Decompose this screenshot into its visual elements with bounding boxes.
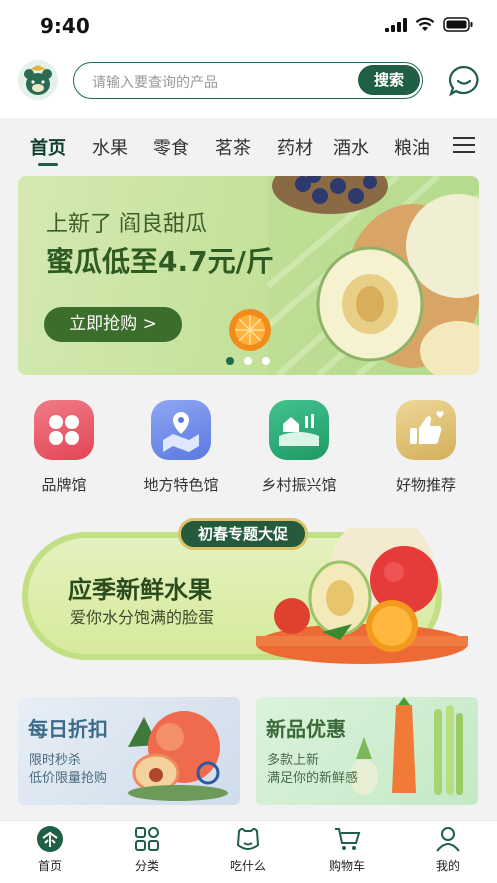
buy-now-button[interactable]: 立即抢购 > <box>44 307 182 342</box>
search-input[interactable]: 请输入要查询的产品 <box>92 72 218 92</box>
nav-cart[interactable]: 购物车 <box>317 825 377 874</box>
chat-icon[interactable] <box>447 64 481 98</box>
nav-label: 吃什么 <box>229 859 266 873</box>
banner-title: 蜜瓜低至4.7元/斤 <box>46 245 274 278</box>
quick-link-recommend[interactable]: 好物推荐 <box>386 400 466 495</box>
quick-link-local[interactable]: 地方特色馆 <box>141 400 221 495</box>
battery-icon <box>443 17 473 32</box>
food-icon <box>236 828 260 850</box>
tab-snacks[interactable]: 零食 <box>153 134 189 160</box>
promo-subtitle: 爱你水分饱满的脸蛋 <box>70 608 215 627</box>
card-title: 新品优惠 <box>266 717 346 741</box>
thumbs-up-icon <box>396 400 456 460</box>
status-time: 9:40 <box>40 14 90 38</box>
wifi-icon <box>415 17 435 31</box>
avatar[interactable] <box>18 60 58 100</box>
tab-herbs[interactable]: 药材 <box>277 134 313 160</box>
category-icon <box>135 827 159 851</box>
carousel-dot[interactable] <box>226 357 234 365</box>
cart-icon <box>335 828 361 850</box>
card-line: 满足你的新鲜感 <box>267 771 359 786</box>
card-line: 限时秒杀 <box>29 753 82 768</box>
quick-link-label: 地方特色馆 <box>143 476 219 494</box>
quick-link-brand[interactable]: 品牌馆 <box>24 400 104 495</box>
banner-subtitle: 上新了 阎良甜瓜 <box>46 212 207 237</box>
nav-food[interactable]: 吃什么 <box>218 825 278 874</box>
quick-link-label: 好物推荐 <box>395 476 456 494</box>
nav-label: 首页 <box>37 859 62 873</box>
village-icon <box>269 400 329 460</box>
promo-tag: 初春专题大促 <box>178 518 308 550</box>
new-product-card[interactable]: 新品优惠 多款上新 满足你的新鲜感 <box>256 697 478 805</box>
carousel-dot[interactable] <box>262 357 270 365</box>
card-line: 多款上新 <box>267 753 320 768</box>
app-header: 请输入要查询的产品 搜索 <box>0 52 497 118</box>
promo-banner[interactable]: 初春专题大促 应季新鲜水果 爱你水分饱满的脸蛋 <box>22 518 470 668</box>
active-tab-indicator <box>38 163 58 166</box>
map-location-icon <box>151 400 211 460</box>
bottom-nav: 首页 分类 吃什么 购物车 我的 <box>0 820 497 883</box>
card-title: 每日折扣 <box>28 717 108 741</box>
home-icon <box>37 826 63 852</box>
hero-banner[interactable]: 上新了 阎良甜瓜 蜜瓜低至4.7元/斤 立即抢购 > <box>18 176 479 375</box>
carousel-dot[interactable] <box>244 357 252 365</box>
quick-link-village[interactable]: 乡村振兴馆 <box>259 400 339 495</box>
carousel-dots[interactable] <box>226 357 270 365</box>
signal-icon <box>385 17 407 32</box>
profile-icon <box>436 827 460 852</box>
search-button[interactable]: 搜索 <box>358 65 420 95</box>
quick-link-label: 品牌馆 <box>41 476 87 494</box>
card-line: 低价限量抢购 <box>29 771 108 786</box>
nav-profile[interactable]: 我的 <box>418 825 478 874</box>
nav-label: 分类 <box>134 859 159 873</box>
nav-label: 我的 <box>435 859 460 873</box>
nav-home[interactable]: 首页 <box>20 825 80 874</box>
tab-fruit[interactable]: 水果 <box>92 134 128 160</box>
quick-link-label: 乡村振兴馆 <box>261 476 337 494</box>
menu-icon[interactable] <box>453 137 475 153</box>
brand-hall-icon <box>34 400 94 460</box>
nav-label: 购物车 <box>328 859 365 873</box>
search-bar[interactable]: 请输入要查询的产品 搜索 <box>73 62 423 99</box>
bear-logo-icon <box>18 60 58 100</box>
category-tabs: 首页 水果 零食 茗茶 药材 酒水 粮油 <box>0 118 497 170</box>
tab-grain-oil[interactable]: 粮油 <box>394 134 430 160</box>
status-bar: 9:40 <box>0 0 497 52</box>
tab-home[interactable]: 首页 <box>30 134 66 160</box>
nav-category[interactable]: 分类 <box>117 825 177 874</box>
status-icons <box>385 17 473 32</box>
tab-drinks[interactable]: 酒水 <box>333 134 369 160</box>
tab-tea[interactable]: 茗茶 <box>215 134 251 160</box>
daily-discount-card[interactable]: 每日折扣 限时秒杀 低价限量抢购 <box>18 697 240 805</box>
promo-title: 应季新鲜水果 <box>68 576 212 604</box>
